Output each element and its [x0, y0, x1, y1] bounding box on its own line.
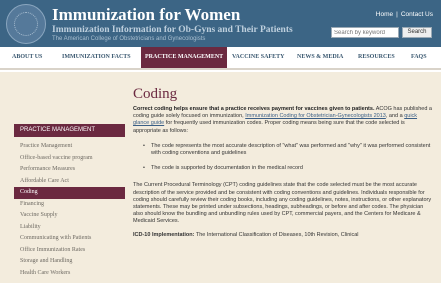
site-subtitle: Immunization Information for Ob-Gyns and…: [52, 25, 293, 35]
sidebar-item-communicating-with-patients[interactable]: Communicating with Patients: [14, 233, 125, 245]
main-content: Coding Correct coding helps ensure that …: [133, 86, 433, 239]
nav-resources[interactable]: RESOURCES: [358, 47, 395, 68]
main-nav: ABOUT US IMMUNIZATION FACTS PRACTICE MAN…: [0, 47, 441, 70]
sidebar-item-office-immunization-rates[interactable]: Office Immunization Rates: [14, 245, 125, 257]
intro-text: , and a: [385, 113, 405, 120]
link-divider: |: [396, 11, 398, 18]
page-title: Coding: [133, 86, 178, 102]
site-title[interactable]: Immunization for Women: [52, 5, 240, 25]
sidebar-item-health-care-workers[interactable]: Health Care Workers: [14, 268, 125, 280]
sidebar-item-performance-measures[interactable]: Performance Measures: [14, 164, 125, 176]
nav-about-us[interactable]: ABOUT US: [12, 47, 42, 68]
intro-bold: Correct coding helps ensure that a pract…: [133, 106, 375, 112]
bullet-icon: •: [143, 165, 145, 172]
sidebar-item-office-based-vaccine-program[interactable]: Office-based vaccine program: [14, 153, 125, 165]
nav-faqs[interactable]: FAQS: [411, 47, 427, 68]
sidebar: PRACTICE MANAGEMENT Practice Management …: [14, 124, 125, 279]
coding-guide-link[interactable]: Immunization Coding for Obstetrician-Gyn…: [245, 113, 386, 119]
cpt-paragraph: The Current Procedural Terminology (CPT)…: [133, 182, 432, 225]
sidebar-item-storage-and-handling[interactable]: Storage and Handling: [14, 256, 125, 268]
icd10-label: ICD-10 Implementation:: [133, 231, 195, 238]
sidebar-item-coding[interactable]: Coding: [14, 187, 125, 199]
content-area: PRACTICE MANAGEMENT Practice Management …: [0, 72, 441, 283]
sidebar-item-financing[interactable]: Financing: [14, 199, 125, 211]
home-link[interactable]: Home: [376, 11, 393, 18]
contact-us-link[interactable]: Contact Us: [401, 11, 433, 18]
site-header: Immunization for Women Immunization Info…: [0, 0, 441, 47]
nav-news-media[interactable]: NEWS & MEDIA: [297, 47, 343, 68]
acog-seal-logo[interactable]: [6, 4, 46, 44]
sidebar-item-practice-management[interactable]: Practice Management: [14, 141, 125, 153]
intro-text: for frequently used immunization codes. …: [133, 120, 405, 134]
sidebar-item-liability[interactable]: Liability: [14, 222, 125, 234]
sidebar-item-affordable-care-act[interactable]: Affordable Care Act: [14, 176, 125, 188]
search-button[interactable]: Search: [402, 27, 432, 38]
bullet-text: The code is supported by documentation i…: [151, 165, 303, 172]
site-org: The American College of Obstetricians an…: [52, 36, 206, 42]
sidebar-item-vaccine-supply[interactable]: Vaccine Supply: [14, 210, 125, 222]
list-item: • The code is supported by documentation …: [133, 165, 433, 172]
bullet-icon: •: [143, 142, 145, 149]
nav-vaccine-safety[interactable]: VACCINE SAFETY: [232, 47, 284, 68]
intro-paragraph: Correct coding helps ensure that a pract…: [133, 106, 433, 135]
utility-links: Home | Contact Us: [376, 11, 433, 18]
list-item: • The code represents the most accurate d…: [133, 143, 433, 157]
icd10-paragraph: ICD-10 Implementation: The International…: [133, 232, 433, 239]
bullet-text: The code represents the most accurate de…: [151, 142, 431, 157]
sidebar-header: PRACTICE MANAGEMENT: [14, 124, 125, 137]
icd10-text: The International Classification of Dise…: [194, 231, 359, 238]
search-input[interactable]: [331, 27, 399, 38]
nav-immunization-facts[interactable]: IMMUNIZATION FACTS: [62, 47, 131, 68]
nav-practice-management[interactable]: PRACTICE MANAGEMENT: [141, 47, 228, 68]
